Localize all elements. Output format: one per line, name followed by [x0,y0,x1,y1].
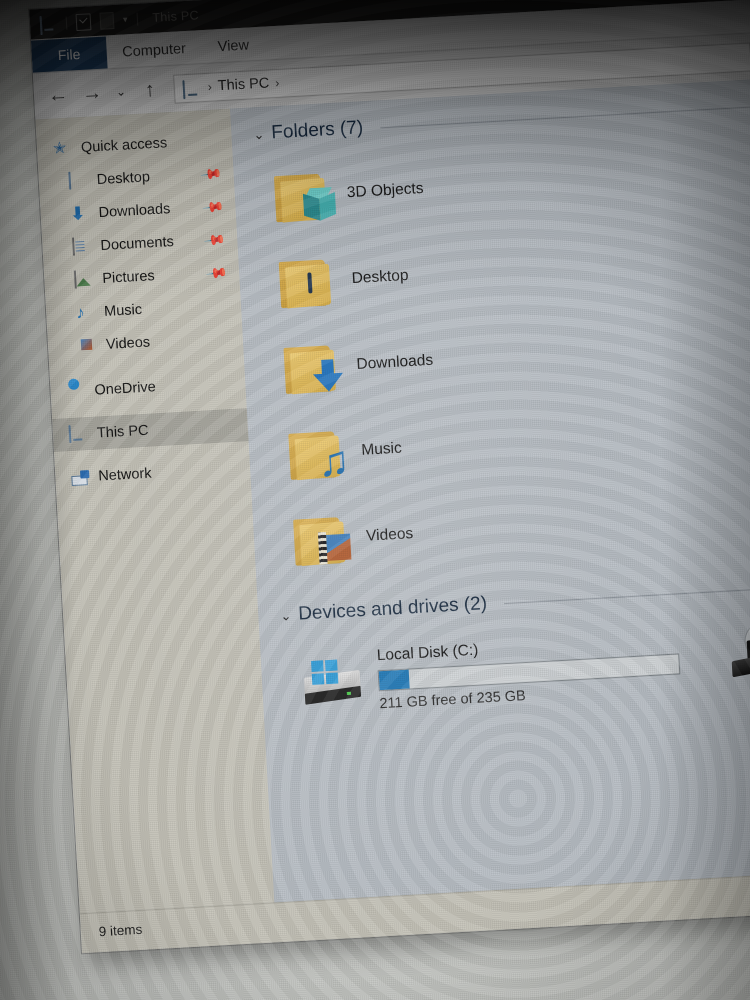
bg-text-line: uct [0,469,39,493]
sidebar-item-label: Network [97,465,152,485]
bg-text-line: n and [0,111,19,135]
dvd-drive-icon: DVD [729,618,750,678]
group-title: Folders (7) [270,117,364,144]
pin-icon[interactable]: 📌 [201,195,225,219]
this-pc-icon[interactable] [39,16,58,36]
folder-tile-desktop[interactable]: Desktop [259,225,561,328]
sidebar-item-this-pc[interactable]: This PC [52,408,249,452]
sidebar-item-label: Documents [100,233,175,254]
bg-text-line: mput [0,205,24,229]
sidebar-item-label: Videos [105,333,151,353]
desktop-icon [68,171,88,190]
sidebar-item-network[interactable]: Network [54,451,251,495]
pin-icon[interactable]: 📌 [204,261,229,285]
window-body: ✭ Quick access Desktop 📌 ⬇ Downloads 📌 D… [35,73,750,914]
folder-label: Downloads [356,351,434,373]
customize-caret-icon[interactable]: ▾ [123,14,128,24]
folder-music-icon: ♫ [288,424,353,485]
photo-of-monitor: m rocesso stalled stem f n and uter n mp… [0,0,750,1000]
folder-3d-objects-icon [273,167,339,224]
folder-label: 3D Objects [346,179,424,202]
folder-label: Videos [365,525,414,545]
divider [65,16,68,30]
sidebar-item-label: Quick access [80,134,168,156]
bg-text-line: com [0,245,36,269]
divider [136,12,138,26]
video-icon [78,336,98,354]
folder-tile-list: 3D Objects Desktop Downloads ♫ Music Vid… [254,115,750,585]
cloud-icon [66,382,86,400]
dvd-label: DVD [746,637,750,660]
back-button[interactable]: ← [41,79,75,111]
bg-text-line: nput [0,285,28,309]
recent-locations-icon[interactable]: ⌄ [109,76,133,107]
download-icon: ⬇ [70,203,86,224]
tab-file[interactable]: File [30,36,108,74]
hard-drive-icon [301,658,368,711]
drive-tile-local-disk-c[interactable]: Local Disk (C:) 211 GB free of 235 GB [282,612,735,731]
properties-icon[interactable] [75,12,92,31]
sidebar-item-label: Desktop [96,168,151,188]
bg-text-line: kgro [0,325,29,349]
folder-desktop-icon [278,253,343,310]
divider [503,581,750,604]
bg-text-line: stalled [0,32,8,56]
forward-button[interactable]: → [75,77,109,109]
this-pc-icon [182,80,202,100]
item-count-label: 9 items [98,921,143,940]
sidebar-item-label: Music [103,301,143,320]
new-folder-icon[interactable] [99,11,115,30]
tab-view[interactable]: View [201,32,266,64]
sidebar-item-label: Pictures [101,267,156,287]
breadcrumb-this-pc[interactable]: This PC [217,75,269,94]
music-note-icon: ♪ [75,303,86,323]
sidebar-item-label: This PC [96,422,149,442]
content-pane: ⌄ Folders (7) 3D Objects Desktop Downloa… [230,73,750,903]
bg-text-line: s ac [0,377,36,401]
pin-icon[interactable]: 📌 [199,162,223,186]
network-icon [71,470,90,487]
folder-videos-icon [293,510,358,567]
pin-icon[interactable]: 📌 [203,228,227,252]
window-title: This PC [151,8,200,25]
folder-downloads-icon [283,339,348,396]
up-button[interactable]: ↑ [133,74,167,106]
file-explorer-window: ▾ This PC File Computer View ← → ⌄ ↑ › T… [29,0,750,954]
divider [380,100,750,128]
bg-text-line: stem f [0,72,15,96]
folder-label: Desktop [351,266,409,288]
folder-tile-music[interactable]: ♫ Music [269,396,571,499]
monitor-screen-surface: m rocesso stalled stem f n and uter n mp… [0,0,750,1000]
sidebar-item-label: OneDrive [94,378,157,399]
folder-tile-3d-objects[interactable]: 3D Objects [255,131,697,241]
document-icon [72,237,92,256]
bg-text-line: uter n [0,166,18,190]
sidebar-item-onedrive[interactable]: OneDrive [50,365,247,409]
folder-label: Music [360,439,403,459]
this-pc-icon [68,425,89,444]
breadcrumb-separator[interactable]: › [275,76,280,90]
breadcrumb-separator: › [207,79,213,94]
bg-text-line: rocesso [0,0,2,17]
chevron-down-icon[interactable]: ⌄ [253,126,265,142]
star-icon: ✭ [52,139,67,158]
sidebar-item-label: Downloads [98,200,171,221]
picture-icon [73,270,94,289]
bg-text-line: dow [0,417,34,441]
chevron-down-icon[interactable]: ⌄ [280,608,292,624]
